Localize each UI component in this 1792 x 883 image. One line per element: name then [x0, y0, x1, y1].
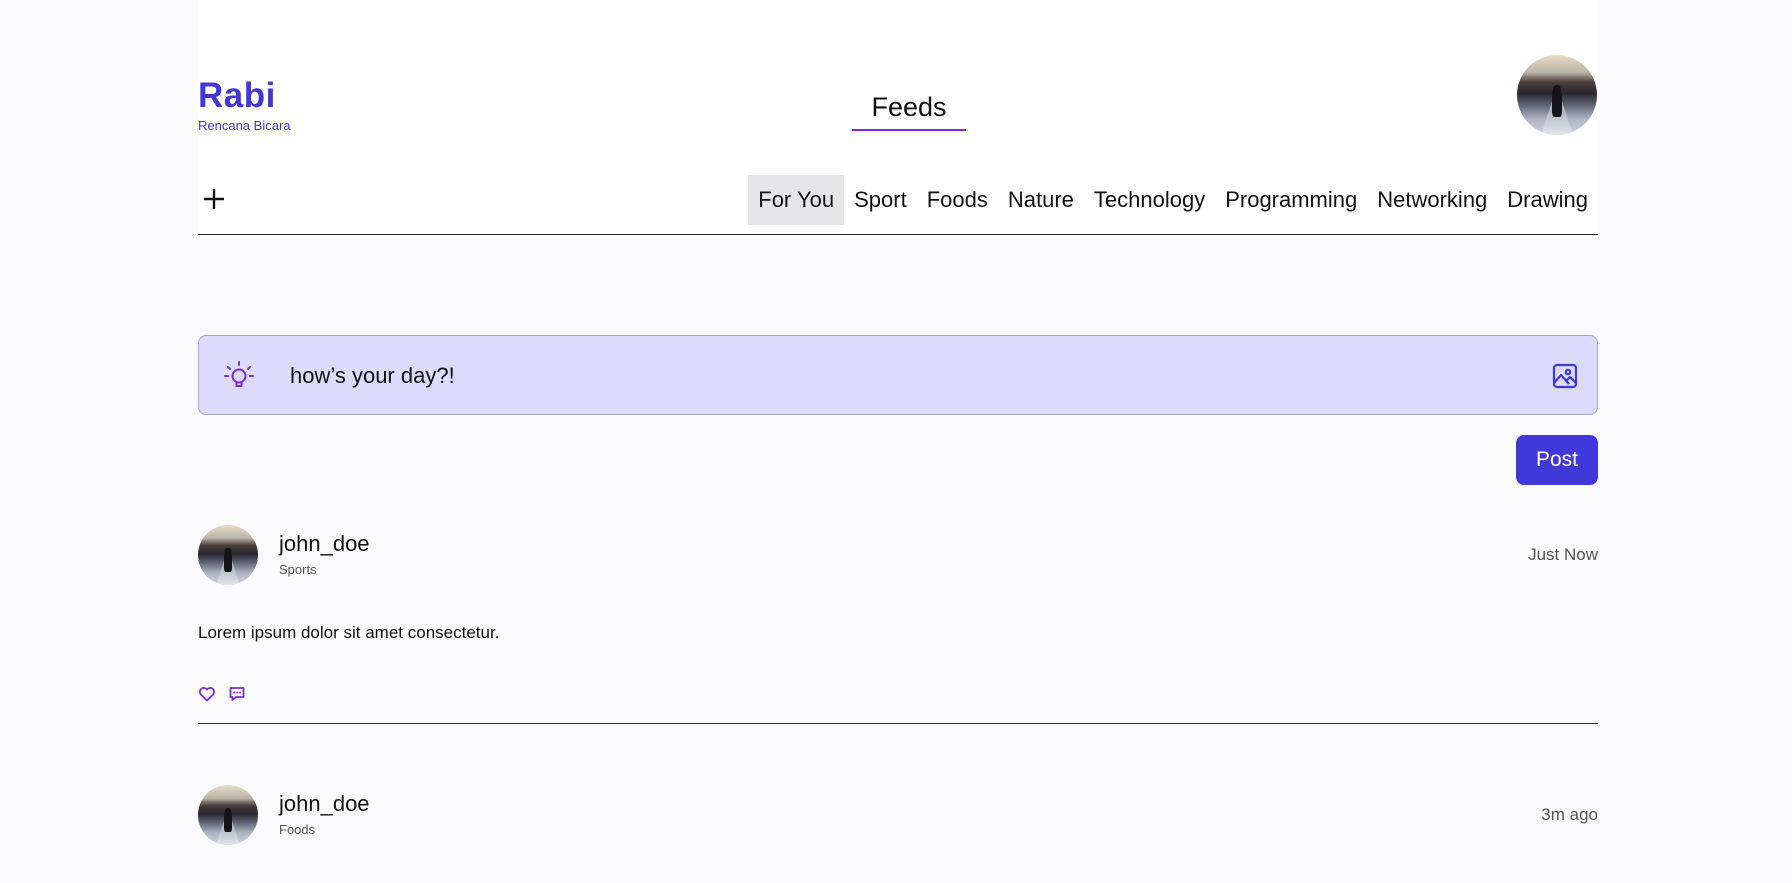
tab-technology[interactable]: Technology — [1084, 175, 1215, 225]
tab-sport[interactable]: Sport — [844, 175, 917, 225]
tab-foods[interactable]: Foods — [917, 175, 998, 225]
tab-nature[interactable]: Nature — [998, 175, 1084, 225]
brand[interactable]: Rabi Rencana Bicara — [198, 76, 291, 133]
post-category: Sports — [279, 562, 317, 577]
tab-for-you[interactable]: For You — [748, 175, 845, 225]
tab-networking[interactable]: Networking — [1367, 175, 1497, 225]
avatar[interactable] — [198, 785, 258, 845]
post-composer[interactable]: how’s your day?! — [198, 335, 1598, 415]
avatar[interactable] — [198, 525, 258, 585]
post-username[interactable]: john_doe — [279, 531, 370, 557]
avatar-person — [224, 807, 232, 832]
post-body: Lorem ipsum dolor sit amet consectetur. — [198, 623, 500, 642]
tab-drawing[interactable]: Drawing — [1497, 175, 1598, 225]
page-title[interactable]: Feeds — [852, 92, 966, 131]
composer-input[interactable]: how’s your day?! — [290, 363, 455, 389]
post-category: Foods — [279, 822, 316, 837]
plus-icon[interactable] — [202, 187, 226, 211]
comment-icon[interactable] — [228, 685, 246, 703]
post-username[interactable]: john_doe — [279, 791, 370, 817]
tab-programming[interactable]: Programming — [1215, 175, 1367, 225]
lightbulb-icon — [224, 361, 254, 387]
profile-avatar[interactable] — [1517, 55, 1597, 135]
avatar-person — [1552, 85, 1562, 118]
page: Rabi Rencana Bicara Feeds For You Sport … — [198, 0, 1598, 883]
post-timestamp: 3m ago — [1541, 805, 1598, 824]
heart-icon[interactable] — [198, 685, 216, 703]
avatar-person — [224, 547, 232, 572]
post-actions — [198, 685, 246, 703]
category-bar: For You Sport Foods Nature Technology Pr… — [198, 175, 1598, 235]
post-button[interactable]: Post — [1516, 435, 1598, 485]
image-icon[interactable] — [1551, 362, 1579, 390]
brand-name: Rabi — [198, 76, 276, 115]
category-tabs: For You Sport Foods Nature Technology Pr… — [748, 175, 1598, 225]
post-divider — [198, 723, 1598, 724]
post-card: john_doe Sports Just Now Lorem ipsum dol… — [198, 525, 1598, 725]
brand-tagline: Rencana Bicara — [198, 118, 291, 133]
post-timestamp: Just Now — [1528, 545, 1598, 564]
post-card: john_doe Foods 3m ago — [198, 785, 1598, 875]
